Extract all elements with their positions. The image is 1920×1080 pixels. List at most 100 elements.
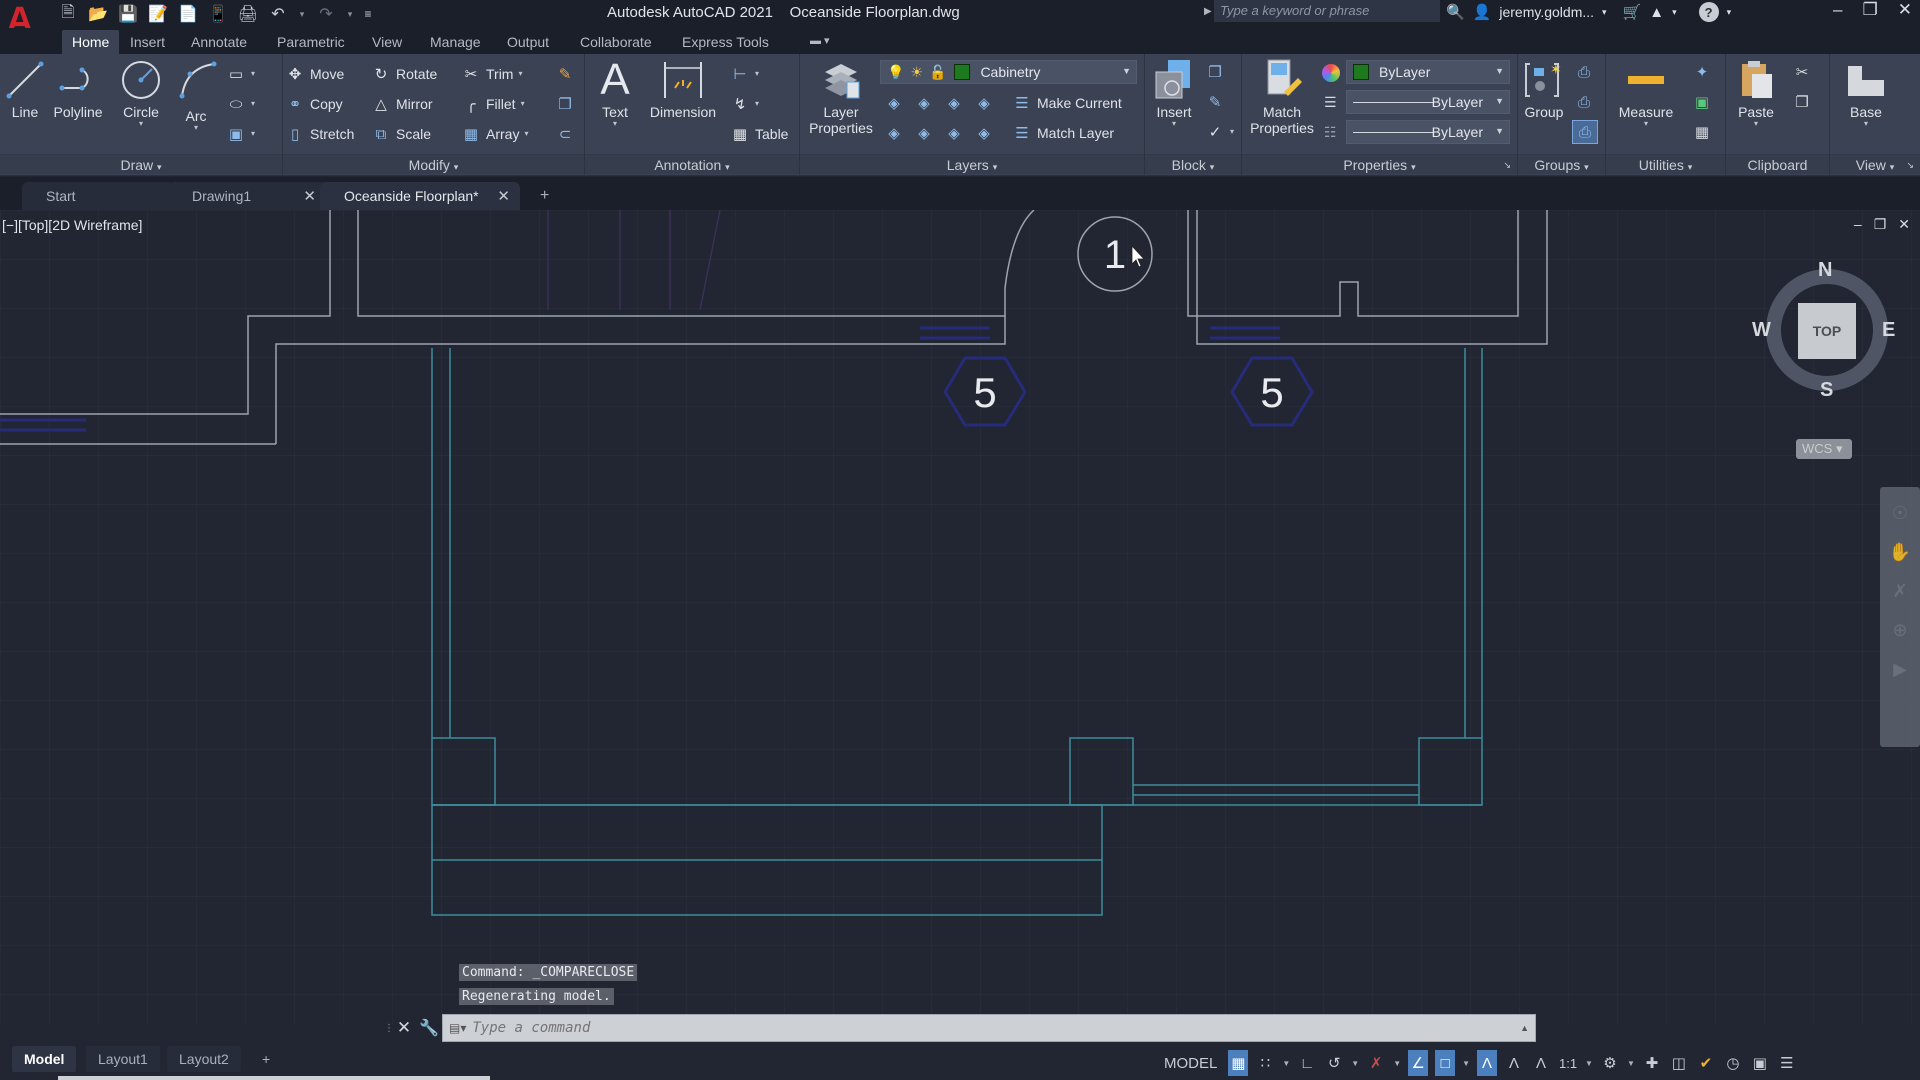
tab-manage[interactable]: Manage [420, 30, 491, 54]
base-dropdown-icon[interactable]: ▾ [1864, 120, 1868, 128]
object-snap-dropdown-icon[interactable]: ▼ [1462, 1059, 1470, 1068]
measure-button[interactable]: Measure ▾ [1614, 58, 1678, 128]
edit-attributes-button[interactable]: ✓ ▾ [1205, 120, 1234, 144]
group-selection-toggle[interactable]: ⎙ [1572, 120, 1598, 144]
orbit-icon[interactable]: ⊕ [1892, 620, 1907, 641]
close-command-line-icon[interactable]: ✕ [392, 1018, 416, 1038]
group-button[interactable]: ✶ Group [1522, 58, 1566, 120]
rectangle-button[interactable]: ▭ ▾ [226, 62, 255, 86]
copy-button[interactable]: ⚭ Copy [285, 92, 343, 116]
block-panel-title[interactable]: Block ▾ [1145, 154, 1241, 174]
leader-button[interactable]: ↯ ▾ [730, 92, 759, 116]
annotation-visibility-icon[interactable]: Λ [1477, 1050, 1498, 1076]
share-icon[interactable]: 📱 [206, 3, 230, 25]
user-dropdown-icon[interactable]: ▾ [1602, 7, 1607, 18]
showmotion-icon[interactable]: ▶ [1893, 659, 1907, 680]
new-tab-icon[interactable]: + [540, 187, 549, 205]
layer-dropdown[interactable]: 💡 ☀ 🔓 Cabinetry ▼ [880, 60, 1137, 84]
layer-thaw-all-icon[interactable]: ◈ [944, 123, 964, 143]
layer-properties-button[interactable]: Layer Properties [809, 58, 873, 136]
insert-dropdown-icon[interactable]: ▾ [1172, 120, 1176, 128]
trim-button[interactable]: ✂ Trim ▾ [461, 62, 523, 86]
recent-commands-icon[interactable]: ▤▾ [449, 1021, 466, 1035]
redo-icon[interactable]: ↷ [314, 3, 338, 25]
group-edit-button[interactable]: ⎙ [1574, 90, 1594, 114]
layer-on-icon[interactable]: 💡 [887, 64, 904, 81]
app-dropdown-icon[interactable]: ▾ [1672, 7, 1677, 18]
doc-tab-drawing1[interactable]: Drawing1 ✕ [168, 182, 326, 210]
layer-thaw-icon[interactable]: ☀ [910, 64, 923, 81]
layer-unisolate-icon[interactable]: ◈ [914, 123, 934, 143]
color-dropdown[interactable]: ByLayer ▼ [1346, 60, 1510, 84]
tab-output[interactable]: Output [497, 30, 559, 54]
isodraft-icon[interactable]: ✗ [1366, 1050, 1386, 1076]
match-properties-button[interactable]: Match Properties [1246, 58, 1318, 136]
viewport-controls-label[interactable]: [−][Top][2D Wireframe] [2, 217, 142, 233]
scale-button[interactable]: ⧉ Scale [371, 122, 431, 146]
text-button[interactable]: A Text ▾ [595, 58, 635, 128]
doc-tab-oceanside-floorplan[interactable]: Oceanside Floorplan* ✕ [320, 182, 520, 210]
make-current-button[interactable]: ☰ Make Current [1012, 91, 1122, 115]
isolate-objects-icon[interactable]: ◷ [1723, 1050, 1743, 1076]
layer-freeze-icon[interactable]: ◈ [944, 93, 964, 113]
search-expand-icon[interactable]: ▶ [1204, 6, 1212, 17]
annotation-panel-title[interactable]: Annotation ▾ [585, 154, 799, 174]
quick-select-button[interactable]: ✦ [1692, 60, 1712, 84]
annotation-scale-value[interactable]: 1:1 [1558, 1050, 1578, 1076]
open-icon[interactable]: 📂 [86, 3, 110, 25]
close-icon[interactable]: ✕ [1898, 0, 1912, 20]
calculator-button[interactable]: ▦ [1692, 120, 1712, 144]
search-icon[interactable]: 🔍 [1446, 3, 1465, 21]
new-layout-icon[interactable]: + [250, 1046, 282, 1072]
edit-block-button[interactable]: ✎ [1205, 90, 1225, 114]
utilities-panel-title[interactable]: Utilities ▾ [1606, 154, 1725, 174]
polyline-button[interactable]: Polyline [50, 58, 106, 120]
viewport-restore-icon[interactable]: ❐ [1874, 216, 1887, 233]
layer-unlock-icon[interactable]: 🔓 [929, 64, 946, 81]
zoom-extents-icon[interactable]: ✗ [1892, 581, 1907, 602]
paste-button[interactable]: Paste ▾ [1734, 58, 1778, 128]
layer-on-all-icon[interactable]: ◈ [884, 123, 904, 143]
ribbon-minimize-toggle-icon[interactable]: ▬ ▾ [800, 30, 840, 54]
quick-properties-icon[interactable]: ✔ [1696, 1050, 1716, 1076]
table-button[interactable]: ▦ Table [730, 122, 789, 146]
view-launcher-icon[interactable]: ↘ [1906, 155, 1914, 175]
customization-menu-icon[interactable]: ☰ [1777, 1050, 1797, 1076]
workspace-gear-icon[interactable]: ⚙ [1600, 1050, 1620, 1076]
cart-icon[interactable]: 🛒 [1623, 3, 1642, 21]
pan-icon[interactable]: ✋ [1889, 542, 1911, 563]
properties-panel-title[interactable]: Properties ▾ ↘ [1242, 154, 1517, 174]
compass-north[interactable]: N [1818, 259, 1832, 282]
plot-icon[interactable]: 🖨 [236, 3, 260, 25]
customize-command-line-icon[interactable]: 🔧 [416, 1018, 442, 1038]
close-tab-icon[interactable]: ✕ [303, 187, 316, 205]
ungroup-button[interactable]: ⎙ [1574, 60, 1594, 84]
hatch-button[interactable]: ▣ ▾ [226, 122, 255, 146]
tab-layout1[interactable]: Layout1 [86, 1046, 160, 1072]
cut-button[interactable]: ✂ [1792, 60, 1812, 84]
layer-isolate-icon[interactable]: ◈ [914, 93, 934, 113]
tab-insert[interactable]: Insert [120, 30, 175, 54]
tab-collaborate[interactable]: Collaborate [570, 30, 662, 54]
viewcube[interactable]: TOP N S E W [1752, 255, 1900, 405]
compass-south[interactable]: S [1820, 379, 1833, 402]
save-icon[interactable]: 💾 [116, 3, 140, 25]
units-icon[interactable]: ◫ [1669, 1050, 1689, 1076]
create-block-button[interactable]: ❐ [1205, 60, 1225, 84]
paste-dropdown-icon[interactable]: ▾ [1754, 120, 1758, 128]
layer-off-icon[interactable]: ◈ [884, 93, 904, 113]
tab-annotate[interactable]: Annotate [181, 30, 257, 54]
tab-model[interactable]: Model [12, 1046, 77, 1072]
insert-button[interactable]: Insert ▾ [1151, 58, 1197, 128]
publish-icon[interactable]: 📄 [176, 3, 200, 25]
command-line-grip-icon[interactable]: ⋮ [384, 1023, 394, 1034]
circle-dropdown-icon[interactable]: ▾ [139, 120, 143, 128]
user-name[interactable]: jeremy.goldm... [1499, 4, 1594, 20]
line-button[interactable]: Line [4, 58, 46, 120]
layer-unlock-all-icon[interactable]: ◈ [974, 123, 994, 143]
horizontal-scrollbar[interactable] [58, 1076, 490, 1080]
command-history-toggle-icon[interactable]: ▲ [1520, 1023, 1529, 1033]
match-layer-button[interactable]: ☰ Match Layer [1012, 121, 1114, 145]
drawing-canvas[interactable]: 1 5 5 [0, 210, 1920, 1025]
base-button[interactable]: Base ▾ [1844, 58, 1888, 128]
